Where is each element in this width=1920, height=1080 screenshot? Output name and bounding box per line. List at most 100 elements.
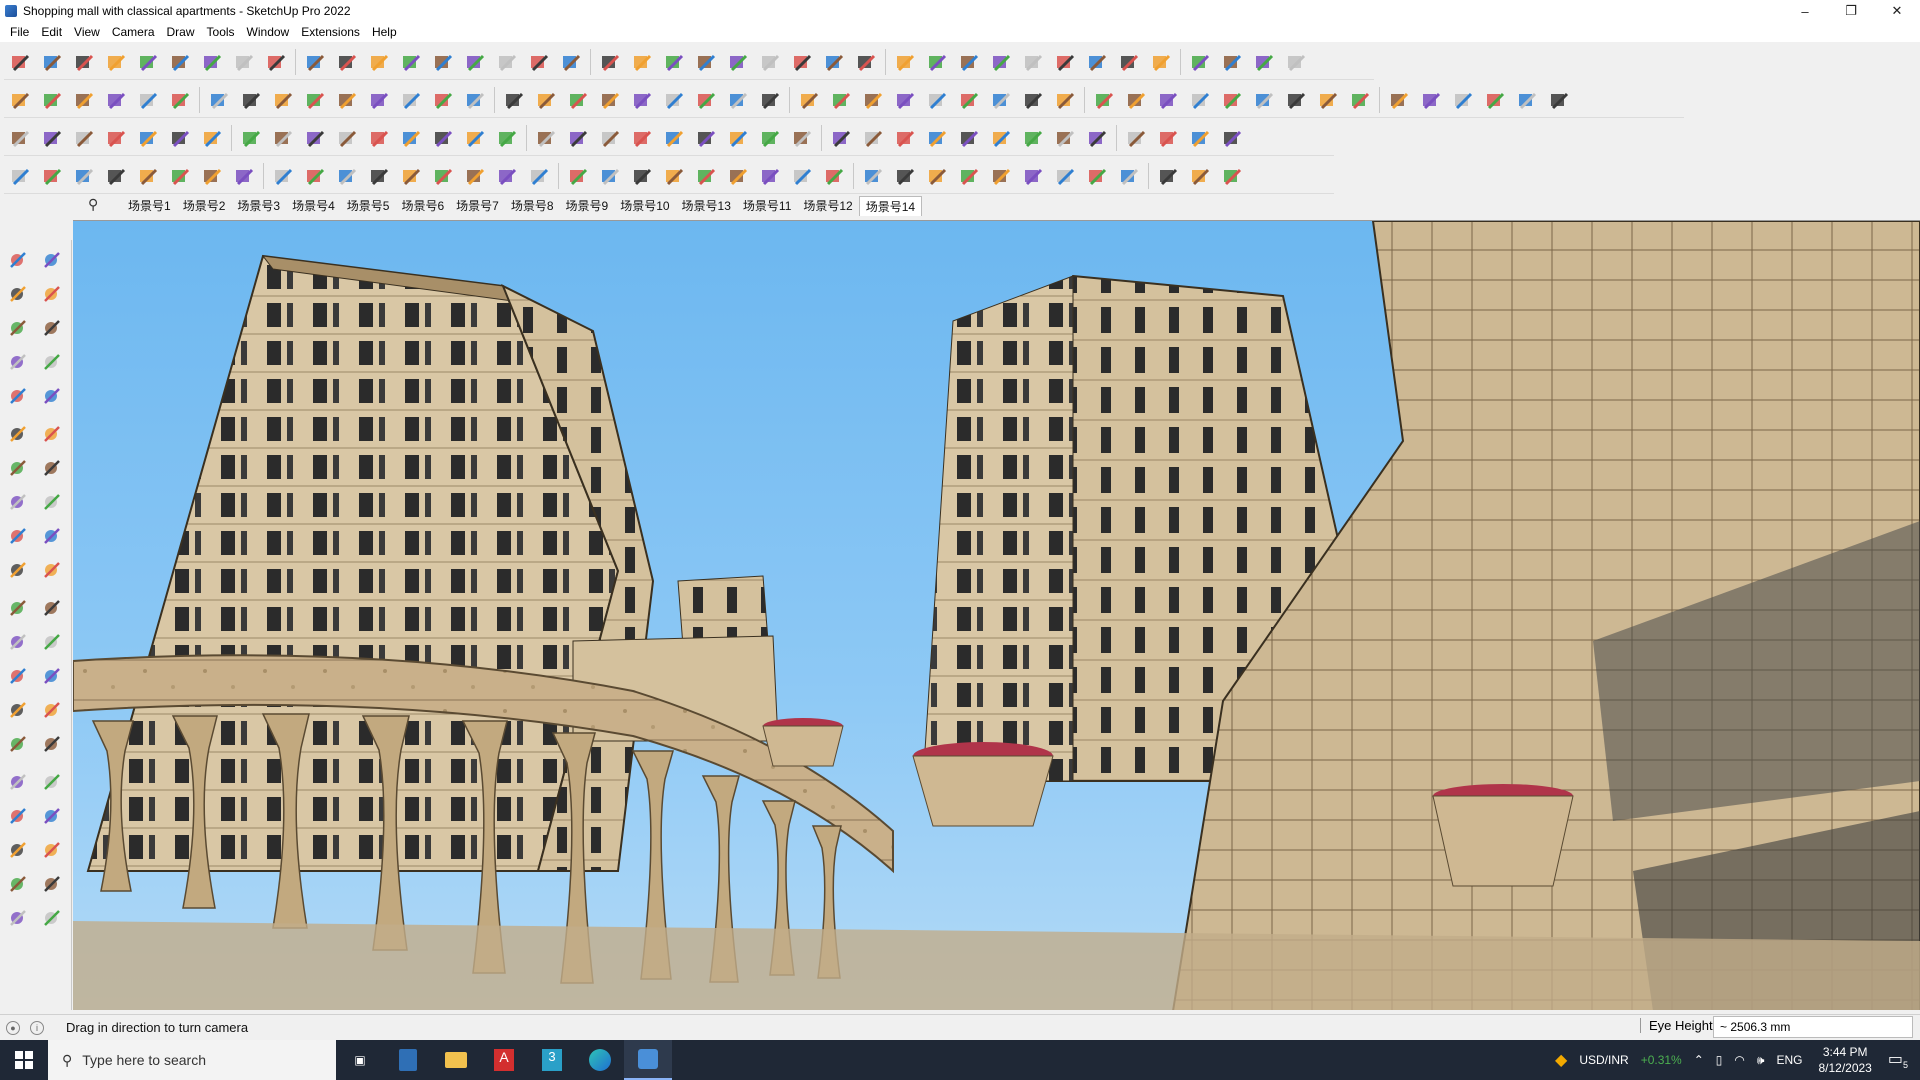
arc-tool-button[interactable] xyxy=(135,47,161,77)
text-tool-button[interactable] xyxy=(135,161,161,191)
camera-tool-button[interactable] xyxy=(661,47,687,77)
layer-tool-button[interactable] xyxy=(366,161,392,191)
3d-text-tool-button[interactable] xyxy=(38,696,66,724)
follow-me-tool-button[interactable] xyxy=(597,161,623,191)
line-tool-button[interactable] xyxy=(860,123,886,153)
zoom-window-tool-button[interactable] xyxy=(494,47,520,77)
component-tool-button[interactable] xyxy=(398,161,424,191)
rotate-tool-button[interactable] xyxy=(263,47,289,77)
pan-tool-button[interactable] xyxy=(1155,161,1181,191)
component-tool-button[interactable] xyxy=(1450,85,1476,115)
select-tool-button[interactable] xyxy=(789,123,815,153)
line-tool-button[interactable] xyxy=(4,348,32,376)
push-pull-tool-button[interactable] xyxy=(1020,85,1046,115)
camera-tool-button[interactable] xyxy=(565,85,591,115)
orbit-tool-button[interactable] xyxy=(38,246,66,274)
menu-help[interactable]: Help xyxy=(366,22,403,42)
offset-tool-button[interactable] xyxy=(38,594,66,622)
line-tool-button[interactable] xyxy=(103,47,129,77)
look-around-tool-button[interactable] xyxy=(38,836,66,864)
offset-tool-button[interactable] xyxy=(629,123,655,153)
app-3-icon[interactable]: 3 xyxy=(528,1040,576,1080)
arc-tool-button[interactable] xyxy=(1052,47,1078,77)
protractor-tool-button[interactable] xyxy=(4,696,32,724)
rotate-tool-button[interactable] xyxy=(1187,47,1213,77)
scene-tab[interactable]: 场景号5 xyxy=(341,196,396,216)
geo-location-icon[interactable]: ● xyxy=(6,1020,20,1035)
offset-tool-button[interactable] xyxy=(565,161,591,191)
undo-tool-button[interactable] xyxy=(757,85,783,115)
paint-bucket-tool-button[interactable] xyxy=(167,161,193,191)
text-tool-button[interactable] xyxy=(199,123,225,153)
component-tool-button[interactable] xyxy=(629,47,655,77)
axis-tool-button[interactable] xyxy=(693,47,719,77)
menu-camera[interactable]: Camera xyxy=(106,22,161,42)
currency-widget-icon[interactable]: ◆ xyxy=(1555,1050,1567,1070)
text-tool-button[interactable] xyxy=(366,47,392,77)
select-tool-button[interactable] xyxy=(4,246,32,274)
dimension-tool-button[interactable] xyxy=(1546,85,1572,115)
minimize-button[interactable]: – xyxy=(1782,0,1828,22)
follow-me-tool-button[interactable] xyxy=(661,123,687,153)
zoom-extents-tool-button[interactable] xyxy=(526,47,552,77)
line-tool-button[interactable] xyxy=(7,85,33,115)
protractor-tool-button[interactable] xyxy=(526,161,552,191)
pan-tool-button[interactable] xyxy=(1219,123,1245,153)
circle-tool-button[interactable] xyxy=(4,420,32,448)
rectangle-tool-button[interactable] xyxy=(7,123,33,153)
close-button[interactable]: ✕ xyxy=(1874,0,1920,22)
paint-bucket-tool-button[interactable] xyxy=(302,85,328,115)
push-pull-tool-button[interactable] xyxy=(38,522,66,550)
freehand-tool-button[interactable] xyxy=(38,348,66,376)
scene-tab[interactable]: 场景号13 xyxy=(676,196,737,216)
move-tool-button[interactable] xyxy=(1052,85,1078,115)
pan-tool-button[interactable] xyxy=(1283,85,1309,115)
zoom-extents-tool-button[interactable] xyxy=(430,85,456,115)
text-tool-button[interactable] xyxy=(270,85,296,115)
speaker-icon[interactable]: 🕪 xyxy=(1757,1053,1765,1068)
follow-me-tool-button[interactable] xyxy=(821,47,847,77)
redo-tool-button[interactable] xyxy=(892,47,918,77)
offset-tool-button[interactable] xyxy=(693,85,719,115)
tape-measure-tool-button[interactable] xyxy=(1084,123,1110,153)
line-tool-button[interactable] xyxy=(924,85,950,115)
eraser-tool-button[interactable] xyxy=(828,123,854,153)
camera-tool-button[interactable] xyxy=(1482,85,1508,115)
select-tool-button[interactable] xyxy=(860,85,886,115)
orbit-tool-button[interactable] xyxy=(199,161,225,191)
paint-bucket-tool-button[interactable] xyxy=(238,123,264,153)
push-pull-tool-button[interactable] xyxy=(103,85,129,115)
text-tool-button[interactable] xyxy=(1187,85,1213,115)
select-tool-button[interactable] xyxy=(725,161,751,191)
zoom-window-tool-button[interactable] xyxy=(1187,161,1213,191)
section-tool-button[interactable] xyxy=(398,123,424,153)
model-viewport[interactable] xyxy=(73,220,1920,1010)
scene-tab[interactable]: 场景号7 xyxy=(450,196,505,216)
component-tool-button[interactable] xyxy=(533,85,559,115)
measurements-input[interactable]: ~ 2506.3 mm xyxy=(1713,1016,1913,1038)
component-tool-button[interactable] xyxy=(4,314,32,342)
scale-tool-button[interactable] xyxy=(1123,85,1149,115)
layer-tool-button[interactable] xyxy=(430,123,456,153)
move-tool-button[interactable] xyxy=(231,47,257,77)
undo-tool-button[interactable] xyxy=(853,47,879,77)
move-tool-button[interactable] xyxy=(135,85,161,115)
tape-measure-tool-button[interactable] xyxy=(1155,85,1181,115)
push-pull-tool-button[interactable] xyxy=(199,47,225,77)
pie-tool-button[interactable] xyxy=(38,454,66,482)
orbit-tool-button[interactable] xyxy=(270,123,296,153)
rotate-tool-button[interactable] xyxy=(103,123,129,153)
axis-tool-button[interactable] xyxy=(597,85,623,115)
eraser-tool-button[interactable] xyxy=(71,47,97,77)
menu-view[interactable]: View xyxy=(68,22,106,42)
currency-pair[interactable]: USD/INR xyxy=(1579,1053,1628,1067)
eraser-tool-button[interactable] xyxy=(892,85,918,115)
scene-tab[interactable]: 场景号2 xyxy=(177,196,232,216)
paint-bucket-tool-button[interactable] xyxy=(398,47,424,77)
show-hidden-icons-chevron-up-icon[interactable]: ⌃ xyxy=(1694,1053,1704,1067)
pan-tool-button[interactable] xyxy=(38,730,66,758)
eraser-tool-button[interactable] xyxy=(38,280,66,308)
move-tool-button[interactable] xyxy=(1148,47,1174,77)
protractor-tool-button[interactable] xyxy=(661,85,687,115)
rectangle-tool-button[interactable] xyxy=(860,161,886,191)
